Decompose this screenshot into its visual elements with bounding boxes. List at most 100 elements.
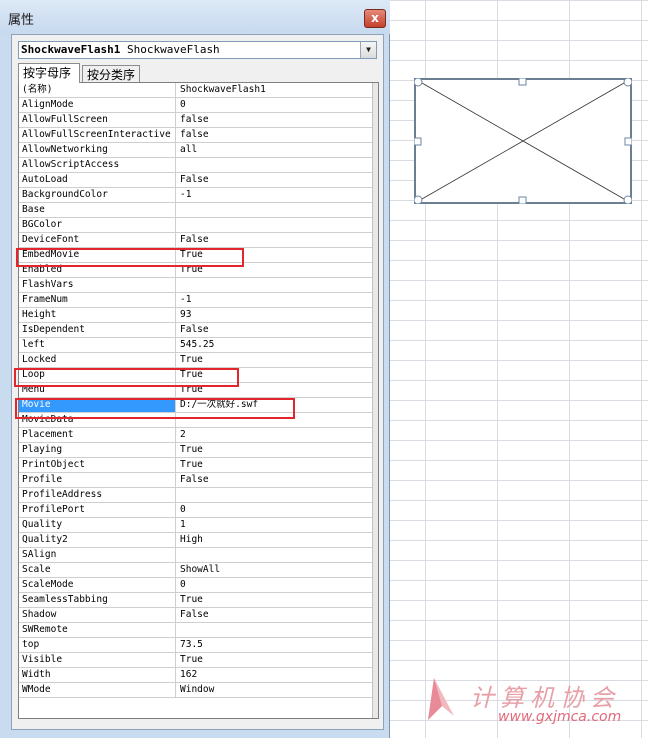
property-row[interactable]: AllowFullScreenInteractive false [19,128,378,143]
property-name: AllowFullScreen [19,113,176,127]
window-title: 属性 [8,13,35,28]
property-row[interactable]: SeamlessTabbing True [19,593,378,608]
property-row[interactable]: Height 93 [19,308,378,323]
property-name: DeviceFont [19,233,176,247]
property-value[interactable]: 2 [177,428,373,442]
vertical-scrollbar[interactable] [372,83,378,718]
property-value[interactable]: all [177,143,373,157]
resize-handle-bottomleft-icon [414,195,423,204]
property-row[interactable]: IsDependent False [19,323,378,338]
property-value[interactable]: True [177,353,373,367]
object-type: ShockwaveFlash [126,43,220,56]
property-row[interactable]: ProfileAddress [19,488,378,503]
property-row[interactable]: Locked True [19,353,378,368]
property-value[interactable]: -1 [177,293,373,307]
property-row[interactable]: DeviceFont False [19,233,378,248]
property-name: IsDependent [19,323,176,337]
property-row[interactable]: Visible True [19,653,378,668]
property-value[interactable] [177,218,373,232]
property-value[interactable] [177,548,373,562]
property-row[interactable]: Profile False [19,473,378,488]
property-value[interactable]: false [177,128,373,142]
property-row[interactable]: BGColor [19,218,378,233]
close-icon: x [371,11,379,25]
property-value[interactable] [177,278,373,292]
property-row[interactable]: PrintObject True [19,458,378,473]
property-row[interactable]: BackgroundColor -1 [19,188,378,203]
object-selector-dropdown[interactable]: ShockwaveFlash1 ShockwaveFlash ▼ [18,41,377,59]
property-name: top [19,638,176,652]
property-name: Placement [19,428,176,442]
property-name: Quality2 [19,533,176,547]
property-name: SeamlessTabbing [19,593,176,607]
property-row[interactable]: SAlign [19,548,378,563]
property-row[interactable]: Quality2 High [19,533,378,548]
property-value[interactable]: 545.25 [177,338,373,352]
highlight-movie [15,398,295,419]
property-value[interactable]: ShowAll [177,563,373,577]
property-value[interactable] [177,488,373,502]
property-name: Visible [19,653,176,667]
property-value[interactable]: False [177,608,373,622]
property-value[interactable]: 162 [177,668,373,682]
resize-handle-bottomright-icon [623,195,632,204]
property-row[interactable]: ProfilePort 0 [19,503,378,518]
property-value[interactable]: False [177,323,373,337]
property-name: Quality [19,518,176,532]
property-value[interactable]: True [177,593,373,607]
property-value[interactable]: Window [177,683,373,697]
property-row[interactable]: Base [19,203,378,218]
property-value[interactable]: False [177,173,373,187]
property-row[interactable]: top 73.5 [19,638,378,653]
property-value[interactable] [177,203,373,217]
property-value[interactable]: 0 [177,98,373,112]
property-value[interactable]: High [177,533,373,547]
property-value[interactable]: False [177,473,373,487]
property-value[interactable]: True [177,458,373,472]
property-row[interactable]: Scale ShowAll [19,563,378,578]
close-button[interactable]: x [364,9,386,28]
property-name: Base [19,203,176,217]
property-row[interactable]: FlashVars [19,278,378,293]
property-value[interactable]: True [177,653,373,667]
property-name: Shadow [19,608,176,622]
property-value[interactable]: false [177,113,373,127]
property-value[interactable]: ShockwaveFlash1 [177,83,373,97]
property-row[interactable]: Placement 2 [19,428,378,443]
property-name: Profile [19,473,176,487]
property-name: AllowNetworking [19,143,176,157]
property-value[interactable]: True [177,443,373,457]
property-row[interactable]: Playing True [19,443,378,458]
property-value[interactable] [177,623,373,637]
highlight-loop [14,368,239,387]
property-row[interactable]: Width 162 [19,668,378,683]
title-bar[interactable]: 属性 x [0,0,390,34]
property-row[interactable]: AutoLoad False [19,173,378,188]
property-row[interactable]: Quality 1 [19,518,378,533]
watermark-logo-icon [428,678,454,720]
flash-object-placeholder[interactable] [414,78,632,204]
tab-alphabetic[interactable]: 按字母序 [18,63,80,83]
property-row[interactable]: ScaleMode 0 [19,578,378,593]
property-value[interactable]: 73.5 [177,638,373,652]
property-row[interactable]: WMode Window [19,683,378,698]
property-value[interactable]: False [177,233,373,247]
property-row[interactable]: AllowScriptAccess [19,158,378,173]
property-row[interactable]: left 545.25 [19,338,378,353]
property-value[interactable]: 0 [177,578,373,592]
property-row[interactable]: AllowNetworking all [19,143,378,158]
property-value[interactable]: -1 [177,188,373,202]
property-value[interactable] [177,158,373,172]
tab-categorized[interactable]: 按分类序 [82,65,140,82]
property-value[interactable]: 0 [177,503,373,517]
property-row[interactable]: AllowFullScreen false [19,113,378,128]
property-row[interactable]: SWRemote [19,623,378,638]
property-row[interactable]: Shadow False [19,608,378,623]
property-value[interactable]: 1 [177,518,373,532]
property-name: (名称) [19,83,176,97]
property-row[interactable]: AlignMode 0 [19,98,378,113]
chevron-down-icon[interactable]: ▼ [360,42,376,58]
property-row[interactable]: (名称) ShockwaveFlash1 [19,83,378,98]
property-row[interactable]: FrameNum -1 [19,293,378,308]
property-value[interactable]: 93 [177,308,373,322]
